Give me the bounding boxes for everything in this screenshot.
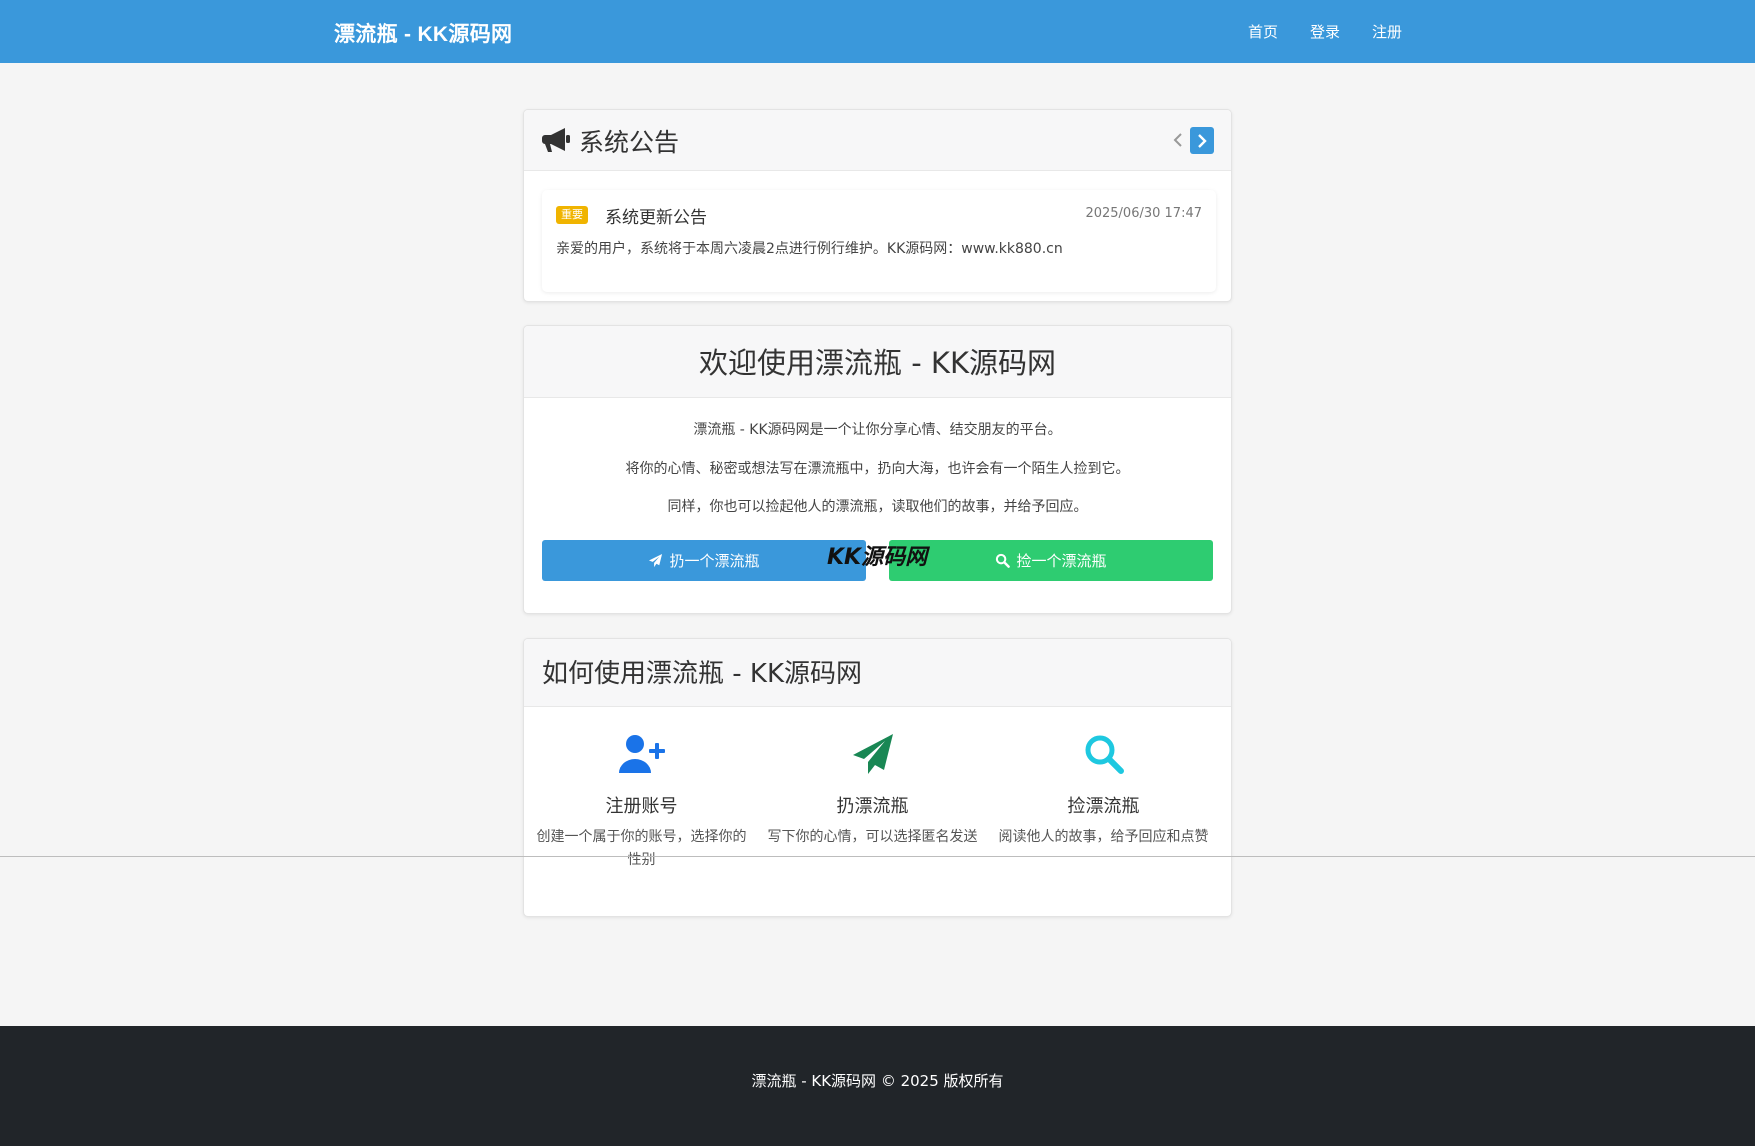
nav-login-link[interactable]: 登录 xyxy=(1310,21,1340,42)
important-badge: 重要 xyxy=(556,206,588,224)
howto-title: 如何使用漂流瓶 - KK源码网 xyxy=(542,659,863,689)
step-throw-title: 扔漂流瓶 xyxy=(836,796,909,817)
step-pick: 捡漂流瓶 阅读他人的故事，给予回应和点赞 xyxy=(996,732,1211,849)
announcement-header: 系统公告 xyxy=(524,110,1231,171)
welcome-title: 欢迎使用漂流瓶 - KK源码网 xyxy=(699,346,1056,380)
step-pick-desc: 阅读他人的故事，给予回应和点赞 xyxy=(998,829,1209,845)
pick-bottle-label: 捡一个漂流瓶 xyxy=(1016,553,1107,570)
announcement-title: 系统公告 xyxy=(579,128,680,157)
welcome-header: 欢迎使用漂流瓶 - KK源码网 xyxy=(524,326,1231,398)
howto-card: 如何使用漂流瓶 - KK源码网 注册账号 创建一个属于你的账号，选择你的性别 扔… xyxy=(523,638,1232,917)
welcome-card: 欢迎使用漂流瓶 - KK源码网 漂流瓶 - KK源码网是一个让你分享心情、结交朋… xyxy=(523,325,1232,614)
announcement-item[interactable]: 重要 系统更新公告 2025/06/30 17:47 亲爱的用户，系统将于本周六… xyxy=(542,190,1216,292)
nav-links: 首页 登录 注册 xyxy=(1248,21,1402,42)
nav-home-link[interactable]: 首页 xyxy=(1248,21,1278,42)
step-register: 注册账号 创建一个属于你的账号，选择你的性别 xyxy=(534,732,749,872)
howto-header: 如何使用漂流瓶 - KK源码网 xyxy=(524,639,1231,707)
paper-plane-icon xyxy=(649,553,663,568)
nav-register-link[interactable]: 注册 xyxy=(1372,21,1402,42)
brand-logo[interactable]: 漂流瓶 - KK源码网 xyxy=(334,18,512,48)
step-pick-title: 捡漂流瓶 xyxy=(1067,796,1140,817)
step-register-desc: 创建一个属于你的账号，选择你的性别 xyxy=(536,829,747,868)
chevron-left-icon[interactable] xyxy=(1166,128,1190,152)
user-plus-icon xyxy=(618,735,665,773)
chevron-right-icon[interactable] xyxy=(1190,127,1214,154)
welcome-line-2: 将你的心情、秘密或想法写在漂流瓶中，扔向大海，也许会有一个陌生人捡到它。 xyxy=(625,461,1130,477)
search-icon xyxy=(996,553,1011,568)
divider-line xyxy=(0,856,1755,857)
navbar: 漂流瓶 - KK源码网 首页 登录 注册 xyxy=(0,0,1755,63)
pick-bottle-button[interactable]: 捡一个漂流瓶 xyxy=(889,540,1213,581)
welcome-line-1: 漂流瓶 - KK源码网是一个让你分享心情、结交朋友的平台。 xyxy=(693,422,1062,438)
throw-bottle-label: 扔一个漂流瓶 xyxy=(669,553,760,570)
footer-copyright: 漂流瓶 - KK源码网 © 2025 版权所有 xyxy=(751,1072,1004,1090)
step-throw-desc: 写下你的心情，可以选择匿名发送 xyxy=(767,829,978,845)
footer: 漂流瓶 - KK源码网 © 2025 版权所有 xyxy=(0,1026,1755,1146)
welcome-line-3: 同样，你也可以捡起他人的漂流瓶，读取他们的故事，并给予回应。 xyxy=(667,499,1088,515)
announcement-card: 系统公告 重要 系统更新公告 2025/06/30 17:47 亲爱的用户，系统… xyxy=(523,109,1232,302)
step-throw: 扔漂流瓶 写下你的心情，可以选择匿名发送 xyxy=(765,732,980,849)
megaphone-icon xyxy=(542,128,570,152)
paper-plane-icon xyxy=(852,734,893,774)
announcement-body: 亲爱的用户，系统将于本周六凌晨2点进行例行维护。KK源码网：www.kk880.… xyxy=(556,241,1063,257)
throw-bottle-button[interactable]: 扔一个漂流瓶 xyxy=(542,540,866,581)
search-icon xyxy=(1085,735,1124,774)
announcement-date: 2025/06/30 17:47 xyxy=(1085,206,1202,221)
step-register-title: 注册账号 xyxy=(605,796,678,817)
announcement-item-title: 系统更新公告 xyxy=(605,208,707,228)
